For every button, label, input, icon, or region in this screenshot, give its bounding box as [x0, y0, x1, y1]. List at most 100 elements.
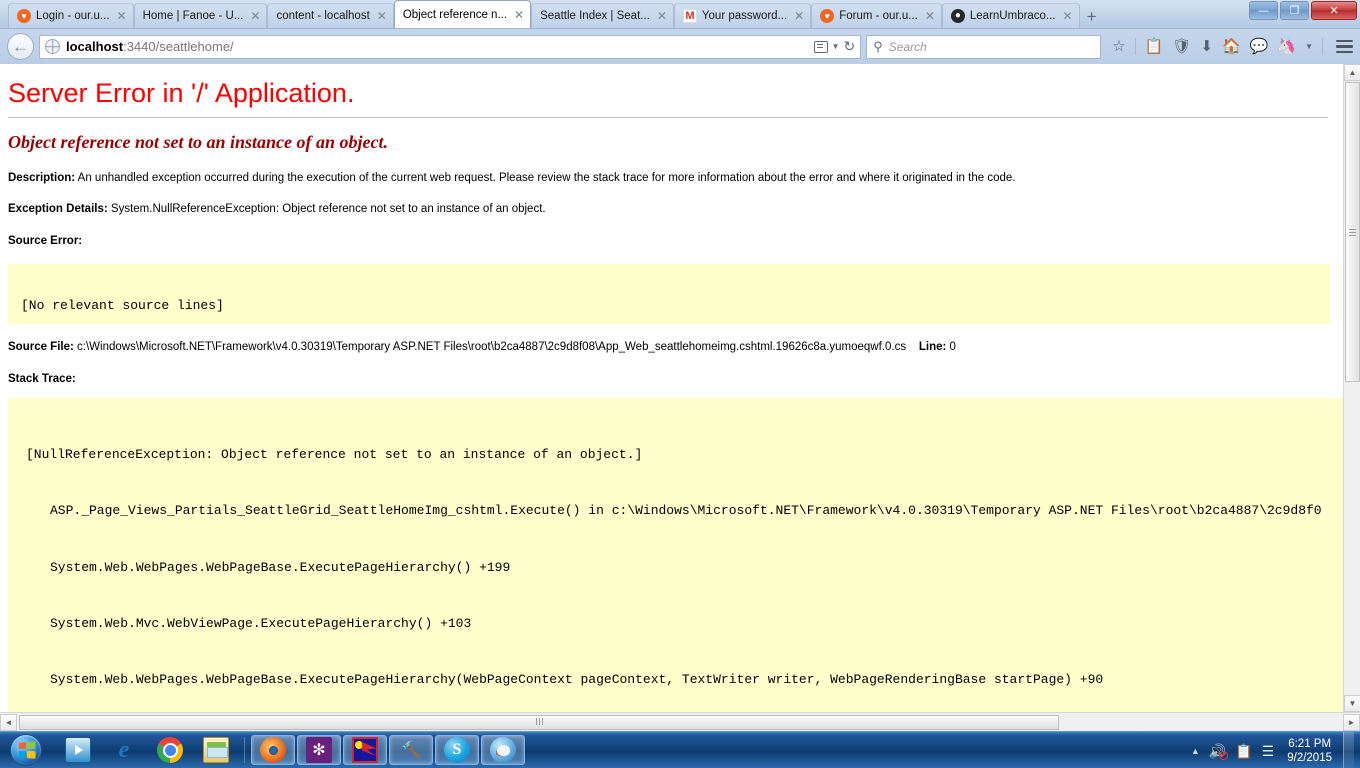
restore-icon: ❐ [1289, 4, 1300, 17]
reload-icon[interactable]: ↻ [844, 38, 856, 55]
search-input[interactable]: Search [889, 40, 927, 54]
vertical-scroll-thumb[interactable] [1345, 82, 1360, 382]
close-icon[interactable]: ✕ [115, 10, 127, 22]
source-file-path: c:\Windows\Microsoft.NET\Framework\v4.0.… [77, 341, 907, 354]
taskbar-item-visual-studio[interactable]: ✻ [297, 735, 341, 765]
vertical-scrollbar[interactable]: ▲ ▼ [1343, 64, 1360, 712]
minimize-button[interactable]: — [1249, 1, 1278, 20]
scroll-grip-icon [1349, 227, 1356, 238]
line-label: Line: [918, 341, 947, 354]
address-bar[interactable]: localhost:3440/seattlehome/ ▼ ↻ [39, 34, 862, 59]
url-path: :3440/seattlehome/ [123, 39, 234, 54]
source-lines-box: [No relevant source lines] [8, 264, 1330, 325]
close-icon[interactable]: ✕ [375, 10, 387, 22]
browser-tab-1[interactable]: Home | Fanoe - U... ✕ [133, 3, 268, 28]
scroll-grip-icon [535, 713, 544, 731]
browser-tab-6[interactable]: ♥ Forum - our.u... ✕ [811, 3, 942, 28]
source-error-heading: Source Error: [8, 234, 1331, 248]
description-label: Description: [8, 172, 76, 184]
restore-button[interactable]: ❐ [1280, 1, 1309, 20]
close-window-button[interactable]: ✕ [1311, 1, 1357, 20]
home-icon[interactable]: 🏠 [1222, 39, 1241, 54]
search-icon: ⚲ [873, 38, 883, 54]
palette-icon [490, 737, 516, 763]
firefox-icon [260, 737, 286, 763]
tab-label: Home | Fanoe - U... [142, 10, 244, 22]
windows-flag-icon [18, 741, 36, 759]
page-title: Server Error in '/' Application. [8, 78, 1328, 118]
taskbar-item-skype[interactable]: S [435, 735, 479, 765]
flag-icon[interactable]: 📋 [1235, 744, 1252, 758]
scroll-down-button[interactable]: ▼ [1344, 695, 1360, 712]
close-icon[interactable]: ✕ [1061, 10, 1073, 22]
download-icon[interactable]: ⬇ [1200, 39, 1213, 54]
addon-icon[interactable]: 🦄 [1277, 39, 1296, 54]
close-icon[interactable]: ✕ [923, 10, 935, 22]
taskbar-item-paint-image[interactable] [343, 735, 387, 765]
clock-date: 9/2/2015 [1287, 751, 1332, 764]
horizontal-scroll-thumb[interactable] [19, 713, 1059, 731]
clock[interactable]: 6:21 PM 9/2/2015 [1287, 737, 1332, 765]
chevron-down-icon[interactable]: ▼ [832, 42, 840, 51]
browser-tab-5[interactable]: M Your password... ✕ [673, 3, 812, 28]
scroll-up-button[interactable]: ▲ [1344, 64, 1360, 81]
close-icon[interactable]: ✕ [248, 10, 260, 22]
close-icon[interactable]: ✕ [655, 10, 667, 22]
error-subtitle: Object reference not set to an instance … [8, 132, 388, 152]
reader-mode-icon[interactable] [813, 40, 828, 53]
error-page: Server Error in '/' Application. Object … [0, 64, 1343, 712]
divider [244, 737, 245, 763]
taskbar-item-dev-tools[interactable]: 🔨 [389, 735, 433, 765]
browser-tab-3-active[interactable]: Object reference n... ✕ [393, 0, 532, 28]
shield-icon[interactable]: 🛡 [1172, 39, 1191, 54]
description-line: Description: An unhandled exception occu… [8, 171, 1331, 185]
signal-bars-icon[interactable]: ☰ [1262, 744, 1275, 758]
close-icon[interactable]: ✕ [792, 10, 804, 22]
taskbar-item-paint[interactable] [481, 735, 525, 765]
stack-trace-line: [NullReferenceException: Object referenc… [26, 447, 643, 463]
menu-icon[interactable] [1332, 39, 1353, 54]
scroll-left-button[interactable]: ◄ [0, 713, 17, 731]
windows-taskbar: e ✻ 🔨 S ▲ 🔊 📋 ☰ 6:21 PM 9/2/2015 [0, 731, 1360, 768]
taskbar-item-windows-media-player[interactable] [56, 735, 100, 765]
horizontal-scrollbar[interactable]: ◄ ► [0, 712, 1360, 731]
github-icon: ● [950, 9, 965, 23]
url-host: localhost [66, 39, 124, 54]
navigation-toolbar: ← localhost:3440/seattlehome/ ▼ ↻ ⚲ Sear… [0, 29, 1360, 64]
browser-tab-7[interactable]: ● LearnUmbraco... ✕ [941, 3, 1080, 28]
search-bar[interactable]: ⚲ Search [866, 34, 1102, 59]
stack-trace-line: ASP._Page_Views_Partials_SeattleGrid_Sea… [50, 503, 1322, 519]
taskbar-item-internet-explorer[interactable]: e [102, 735, 146, 765]
exception-details-text: System.NullReferenceException: Object re… [110, 203, 546, 216]
browser-tab-2[interactable]: content - localhost ✕ [267, 3, 394, 28]
taskbar-item-firefox[interactable] [251, 735, 295, 765]
volume-muted-icon[interactable]: 🔊 [1209, 744, 1229, 760]
overflow-chevron-icon[interactable]: ▼ [1305, 42, 1313, 51]
bookmark-star-icon[interactable]: ☆ [1112, 39, 1125, 54]
source-file-line: Source File: c:\Windows\Microsoft.NET\Fr… [8, 340, 1331, 354]
taskbar-item-windows-explorer[interactable] [194, 735, 238, 765]
line-value: 0 [949, 341, 956, 354]
taskbar-item-google-chrome[interactable] [148, 735, 192, 765]
chat-icon[interactable]: 💬 [1250, 39, 1269, 54]
tab-label: Object reference n... [402, 8, 508, 21]
browser-tab-0[interactable]: ♥ Login - our.u... ✕ [8, 3, 134, 28]
stack-trace-line: System.Web.WebPages.WebPageBase.ExecuteP… [50, 671, 1104, 687]
stack-trace-heading: Stack Trace: [8, 372, 1331, 386]
divider [1134, 38, 1136, 55]
reading-list-icon[interactable]: 📋 [1145, 39, 1164, 54]
tab-label: Forum - our.u... [839, 10, 918, 22]
tab-label: Your password... [701, 10, 788, 22]
scroll-right-button[interactable]: ► [1343, 713, 1360, 731]
show-desktop-button[interactable] [1343, 732, 1354, 768]
tab-label: content - localhost [276, 10, 370, 22]
tray-overflow-icon[interactable]: ▲ [1191, 746, 1200, 756]
start-button[interactable] [2, 733, 50, 767]
source-error-label: Source Error: [8, 234, 83, 247]
browser-tab-4[interactable]: Seattle Index | Seat... ✕ [531, 3, 674, 28]
new-tab-button[interactable]: + [1080, 6, 1104, 28]
close-icon[interactable]: ✕ [512, 9, 524, 21]
back-arrow-icon: ← [12, 36, 29, 56]
explorer-icon [203, 737, 229, 763]
back-button[interactable]: ← [7, 33, 34, 60]
